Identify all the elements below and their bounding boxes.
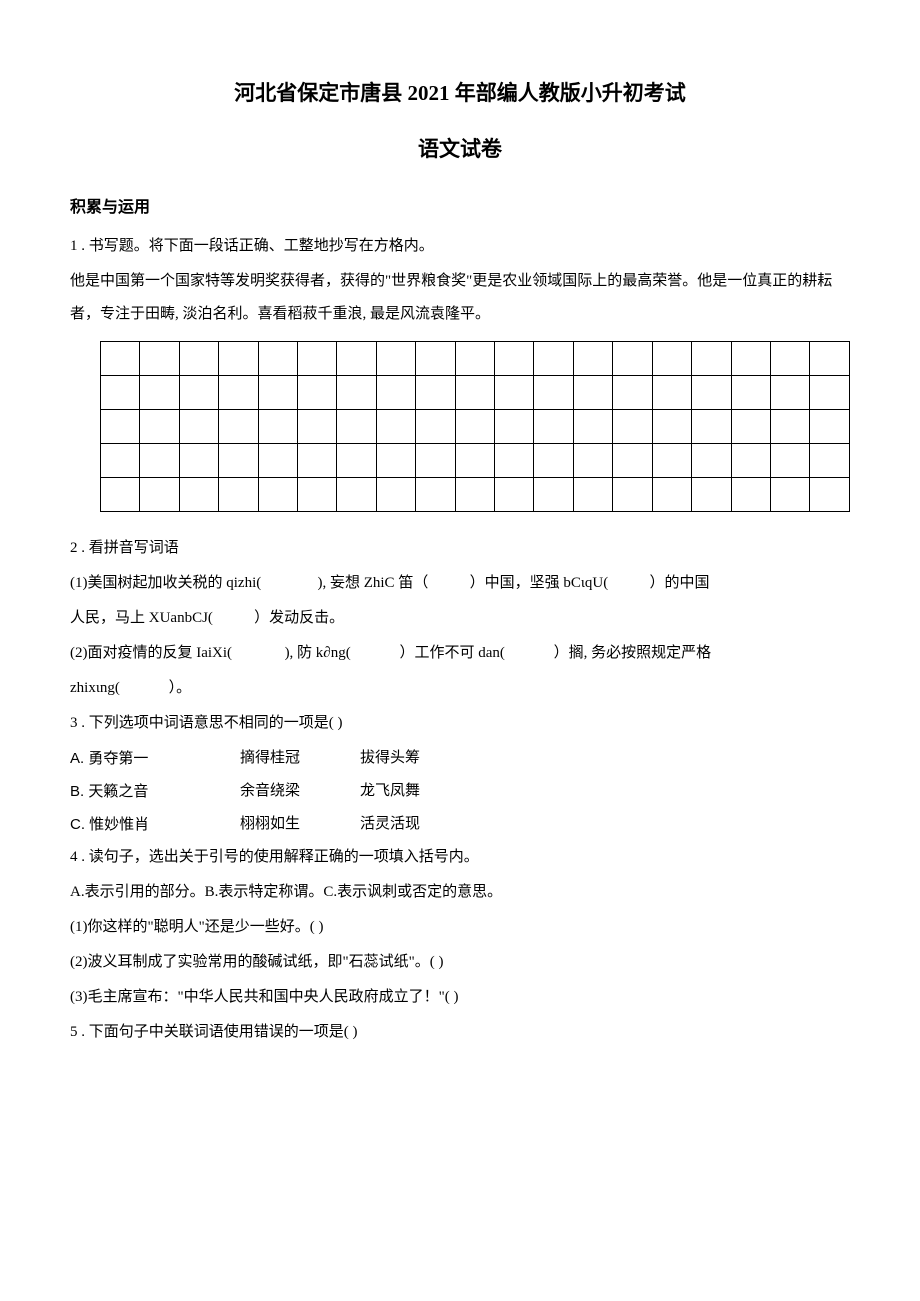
q4-s1: (1)你这样的"聪明人"还是少一些好。( ) — [70, 911, 850, 944]
q2-2a: 人民，马上 XUanbCJ( — [70, 610, 213, 626]
writing-grid — [100, 341, 850, 512]
q2-1b: ), 妄想 ZhiC 笛（ — [317, 575, 428, 591]
table-row — [101, 443, 850, 477]
q4-num: 4 . 读句子，选出关于引号的使用解释正确的一项填入括号内。 — [70, 841, 850, 874]
q3-B-label: B. 天籁之音 — [70, 775, 180, 808]
q2-3d: ）搁, 务必按照规定严格 — [554, 645, 712, 661]
table-row — [101, 477, 850, 511]
q3-A-w2: 摘得桂冠 — [240, 742, 300, 775]
q3-optA: A. 勇夺第一 摘得桂冠 拔得头筹 — [70, 742, 850, 775]
q3-C-label: C. 惟妙惟肖 — [70, 808, 180, 841]
q3-B-w2: 余音绕梁 — [240, 775, 300, 808]
q3-C-w2: 栩栩如生 — [240, 808, 300, 841]
q4-options: A.表示引用的部分。B.表示特定称谓。C.表示讽刺或否定的意思。 — [70, 876, 850, 909]
section-heading: 积累与运用 — [70, 190, 850, 225]
q3-optC: C. 惟妙惟肖 栩栩如生 活灵活现 — [70, 808, 850, 841]
q5-num: 5 . 下面句子中关联词语使用错误的一项是( ) — [70, 1016, 850, 1049]
table-row — [101, 409, 850, 443]
table-row — [101, 341, 850, 375]
q4-s3: (3)毛主席宣布："中华人民共和国中央人民政府成立了！"( ) — [70, 981, 850, 1014]
q2-line4: zhixιng( ）。 — [70, 672, 850, 705]
q3-C-w3: 活灵活现 — [360, 808, 420, 841]
q3-num: 3 . 下列选项中词语意思不相同的一项是( ) — [70, 707, 850, 740]
q2-line2: 人民，马上 XUanbCJ( ）发动反击。 — [70, 602, 850, 635]
q4-s2: (2)波义耳制成了实验常用的酸碱试纸，即"石蕊试纸"。( ) — [70, 946, 850, 979]
table-row — [101, 375, 850, 409]
q2-3b: ), 防 k∂ng( — [285, 645, 351, 661]
q2-4a: zhixιng( — [70, 680, 120, 696]
q2-1d: ）的中国 — [649, 575, 709, 591]
q3-B-w3: 龙飞凤舞 — [360, 775, 420, 808]
q2-2b: ）发动反击。 — [254, 610, 344, 626]
q3-A-label: A. 勇夺第一 — [70, 742, 180, 775]
q3-optB: B. 天籁之音 余音绕梁 龙飞凤舞 — [70, 775, 850, 808]
q2-1c: ）中国，坚强 bCιqU( — [470, 575, 609, 591]
page-subtitle: 语文试卷 — [70, 126, 850, 172]
q2-3a: (2)面对疫情的反复 IaiXi( — [70, 645, 232, 661]
q1-passage: 他是中国第一个国家特等发明奖获得者，获得的"世界粮食奖"更是农业领域国际上的最高… — [70, 265, 850, 331]
q2-line3: (2)面对疫情的反复 IaiXi( ), 防 k∂ng( ）工作不可 dan( … — [70, 637, 850, 670]
page-title: 河北省保定市唐县 2021 年部编人教版小升初考试 — [70, 70, 850, 116]
q3-A-w3: 拔得头筹 — [360, 742, 420, 775]
q2-4b: ）。 — [169, 680, 192, 696]
q2-1a: (1)美国树起加收关税的 qizhi( — [70, 575, 261, 591]
q1-num: 1 . 书写题。将下面一段话正确、工整地抄写在方格内。 — [70, 230, 850, 263]
q2-num: 2 . 看拼音写词语 — [70, 532, 850, 565]
q2-line1: (1)美国树起加收关税的 qizhi( ), 妄想 ZhiC 笛（ ）中国，坚强… — [70, 567, 850, 600]
q2-3c: ）工作不可 dan( — [399, 645, 504, 661]
